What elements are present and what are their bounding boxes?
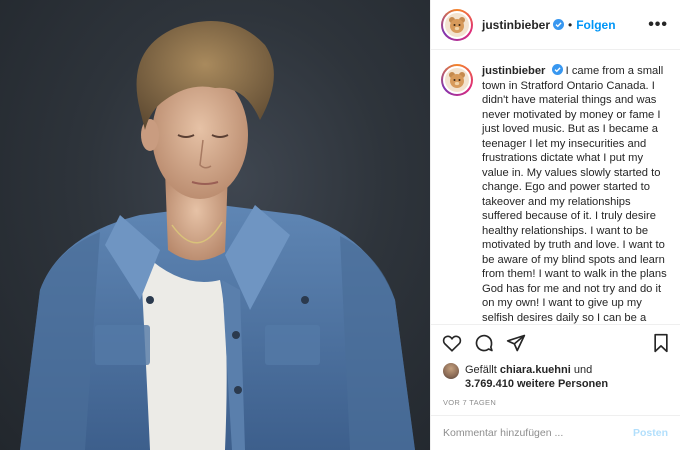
bear-avatar-icon [443,10,471,39]
post-timestamp[interactable]: VOR 7 TAGEN [431,394,680,416]
post-sidebar: justinbieber • Folgen ••• justinbieber I… [430,0,680,450]
liker-avatar[interactable] [443,363,459,379]
profile-avatar[interactable] [441,8,473,41]
follow-button[interactable]: Folgen [576,18,615,32]
header-separator: • [568,17,573,32]
instagram-post: justinbieber • Folgen ••• justinbieber I… [0,0,680,450]
likes-count[interactable]: 3.769.410 [465,378,514,390]
action-bar [431,325,680,360]
caption-text: justinbieber I came from a small town in… [482,64,668,324]
comment-input[interactable] [443,427,633,439]
likes-conjunction: und [573,364,593,376]
heart-icon[interactable] [441,332,463,354]
caption-username[interactable]: justinbieber [482,65,545,77]
liker-username[interactable]: chiara.kuehni [500,364,571,376]
likes-summary: Gefällt chiara.kuehni und 3.769.410 weit… [431,360,680,394]
likes-prefix: Gefällt [465,364,497,376]
more-options-icon[interactable]: ••• [648,16,668,33]
header-username[interactable]: justinbieber [482,18,550,32]
post-comment-button[interactable]: Posten [633,427,668,439]
share-icon[interactable] [505,332,527,354]
likes-text: Gefällt chiara.kuehni und 3.769.410 weit… [465,363,608,391]
post-photo[interactable] [0,0,430,450]
caption-body: I came from a small town in Stratford On… [482,65,667,324]
post-header: justinbieber • Folgen ••• [431,0,680,50]
caption-section: justinbieber I came from a small town in… [431,50,680,325]
bookmark-icon[interactable] [650,332,672,354]
bear-avatar-icon [443,66,471,94]
verified-badge-icon [551,64,563,75]
verified-badge-icon [553,19,565,30]
post-image [20,20,415,450]
comment-icon[interactable] [473,332,495,354]
likes-suffix[interactable]: weitere Personen [517,378,608,390]
comment-form: Posten [431,416,680,450]
caption-avatar[interactable] [441,64,473,96]
